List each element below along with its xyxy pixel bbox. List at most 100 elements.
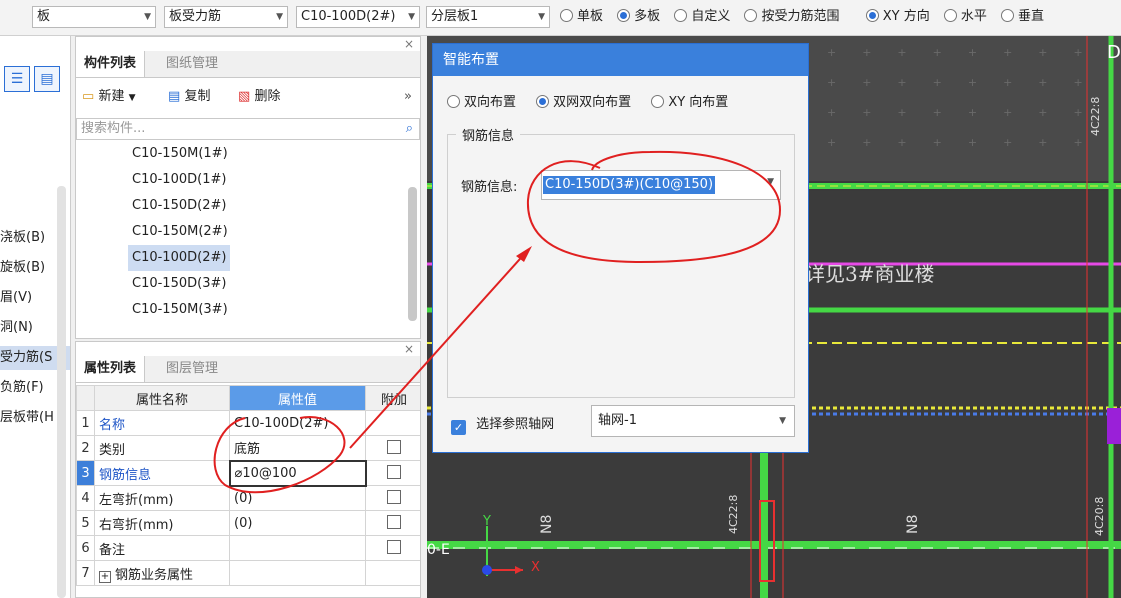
property-value[interactable]: 底筋 <box>229 435 366 461</box>
expand-icon[interactable]: + <box>99 570 111 583</box>
list-item[interactable]: C10-150M(1#) <box>128 141 232 167</box>
property-value[interactable]: (0) <box>229 510 366 536</box>
nav-scrollbar[interactable] <box>57 186 66 598</box>
property-value[interactable]: (0) <box>229 485 366 511</box>
property-value[interactable]: C10-100D(2#) <box>229 410 366 436</box>
list-item[interactable]: C10-150D(2#) <box>128 193 230 219</box>
copy-icon: ▤ <box>168 89 181 104</box>
property-value[interactable] <box>229 535 366 561</box>
new-button[interactable]: ▭ 新建 ▼ <box>82 83 136 112</box>
close-icon[interactable]: × <box>404 342 414 356</box>
grid-dots: ++++++++ <box>827 106 1109 119</box>
table-row[interactable]: 1 名称 C10-100D(2#) <box>76 410 420 436</box>
layer-value: 分层板1 <box>431 9 479 24</box>
checkbox[interactable] <box>387 465 402 479</box>
rebar-info-label: 钢筋信息: <box>461 180 518 195</box>
component-combo[interactable]: C10-100D(2#) ▼ <box>296 6 420 28</box>
building-annotation: 详见3#商业楼 <box>805 262 935 286</box>
rebar-info-combo[interactable]: C10-150D(3#)(C10@150) ▼ <box>541 170 781 200</box>
table-row[interactable]: 4 左弯折(mm) (0) <box>76 485 420 511</box>
radio-two-way[interactable]: 双向布置 <box>447 95 516 110</box>
table-row[interactable]: 6 备注 <box>76 535 420 561</box>
list-item[interactable]: C10-150M(2#) <box>128 219 232 245</box>
more-icon[interactable]: » <box>404 83 412 111</box>
close-icon[interactable]: × <box>404 37 414 51</box>
radio-icon <box>674 9 688 22</box>
radio-horizontal[interactable]: 水平 <box>943 9 987 24</box>
grid-dots: ++++++++ <box>827 76 1109 89</box>
n8-label: N8 <box>539 514 555 534</box>
radio-by-range[interactable]: 按受力筋范围 <box>744 9 839 24</box>
delete-button[interactable]: ▧ 删除 <box>238 83 280 111</box>
checkbox[interactable] <box>387 440 401 454</box>
radio-vertical[interactable]: 垂直 <box>1001 9 1044 24</box>
detail-view-icon[interactable]: ▤ <box>34 66 60 92</box>
element-subtype-value: 板受力筋 <box>169 9 222 24</box>
axis-grid-combo[interactable]: 轴网-1 ▼ <box>591 405 795 437</box>
radio-multi-board[interactable]: 多板 <box>617 9 660 24</box>
chevron-down-icon: ▼ <box>408 12 415 22</box>
nav-item[interactable]: 负筋(F) <box>0 376 44 400</box>
radio-xy-layout[interactable]: XY 向布置 <box>651 95 728 110</box>
layer-combo[interactable]: 分层板1 ▼ <box>426 6 550 28</box>
component-toolbar: ▭ 新建 ▼ ▤ 复制 ▧ 删除 » <box>76 83 420 111</box>
radio-custom[interactable]: 自定义 <box>674 9 730 24</box>
property-value-editing[interactable]: ⌀10@100 <box>228 459 367 487</box>
list-item-selected[interactable]: C10-100D(2#) <box>128 245 231 271</box>
chevron-down-icon: ▼ <box>767 177 774 187</box>
list-item[interactable]: C10-150D(3#) <box>128 271 230 297</box>
table-row[interactable]: 5 右弯折(mm) (0) <box>76 510 420 536</box>
placement-options: 单板 多板 自定义 按受力筋范围 XY 方向 水平 垂直 <box>560 6 1054 28</box>
table-row-selected[interactable]: 3 钢筋信息 ⌀10@100 <box>76 459 420 487</box>
purple-marker <box>1107 408 1121 444</box>
new-icon: ▭ <box>82 89 95 104</box>
col-name-header: 属性名称 <box>94 385 230 411</box>
dialog-layout-options: 双向布置 双网双向布置 XY 向布置 <box>447 92 738 114</box>
x-axis-arrow <box>515 566 523 574</box>
table-row[interactable]: 7 + 钢筋业务属性 <box>76 560 420 586</box>
checkbox[interactable] <box>387 490 401 504</box>
radio-icon <box>943 9 957 22</box>
nav-item[interactable]: 洞(N) <box>0 316 33 340</box>
col-extra-header: 附加 <box>365 385 420 411</box>
tab-component-list[interactable]: 构件列表 <box>76 51 146 77</box>
tab-property-list[interactable]: 属性列表 <box>76 356 146 382</box>
beam-label: 4C22:8 <box>1089 96 1102 136</box>
chevron-down-icon: ▼ <box>128 93 136 103</box>
list-item[interactable]: C10-100D(1#) <box>128 167 230 193</box>
component-search-input[interactable]: 搜索构件... ⌕ <box>76 118 420 140</box>
list-item[interactable]: C10-150M(3#) <box>128 297 232 323</box>
component-scrollbar[interactable] <box>408 187 417 321</box>
checkbox[interactable] <box>387 540 401 554</box>
smart-placement-dialog: 智能布置 双向布置 双网双向布置 XY 向布置 钢筋信息 钢筋信息: C10-1… <box>432 43 809 453</box>
table-header: 属性名称 属性值 附加 <box>76 385 420 411</box>
table-row[interactable]: 2 类别 底筋 <box>76 435 420 461</box>
tab-layer-management[interactable]: 图层管理 <box>158 356 226 382</box>
group-title: 钢筋信息 <box>456 125 521 144</box>
search-icon[interactable]: ⌕ <box>406 119 413 139</box>
nav-item[interactable]: 旋板(B) <box>0 256 45 280</box>
checkbox-checked-icon: ✓ <box>451 420 466 435</box>
grid-dots: ++++++++ <box>827 136 1109 149</box>
property-tabbar: 属性列表 图层管理 <box>76 356 420 383</box>
corner-text: D <box>1107 42 1121 63</box>
chevron-down-icon: ▼ <box>276 12 283 22</box>
nav-item[interactable]: 眉(V) <box>0 286 32 310</box>
tab-drawing-management[interactable]: 图纸管理 <box>158 51 226 77</box>
chevron-down-icon: ▼ <box>779 416 786 426</box>
copy-button[interactable]: ▤ 复制 <box>168 83 210 111</box>
axis-label: 0-E <box>427 542 450 558</box>
list-view-icon[interactable]: ☰ <box>4 66 30 92</box>
nav-item[interactable]: 浇板(B) <box>0 226 45 250</box>
nav-item[interactable]: 层板带(H <box>0 406 54 430</box>
radio-xy-direction[interactable]: XY 方向 <box>865 9 930 24</box>
element-type-combo[interactable]: 板 ▼ <box>32 6 156 28</box>
toolbar: 板 ▼ 板受力筋 ▼ C10-100D(2#) ▼ 分层板1 ▼ 单板 多板 自… <box>0 0 1121 36</box>
radio-single-board[interactable]: 单板 <box>560 9 603 24</box>
element-type-value: 板 <box>37 9 51 24</box>
element-subtype-combo[interactable]: 板受力筋 ▼ <box>164 6 288 28</box>
checkbox[interactable] <box>387 515 401 529</box>
ref-grid-checkbox[interactable]: ✓ 选择参照轴网 <box>451 413 554 435</box>
radio-icon <box>560 9 573 22</box>
radio-double-net-two-way[interactable]: 双网双向布置 <box>536 95 631 110</box>
